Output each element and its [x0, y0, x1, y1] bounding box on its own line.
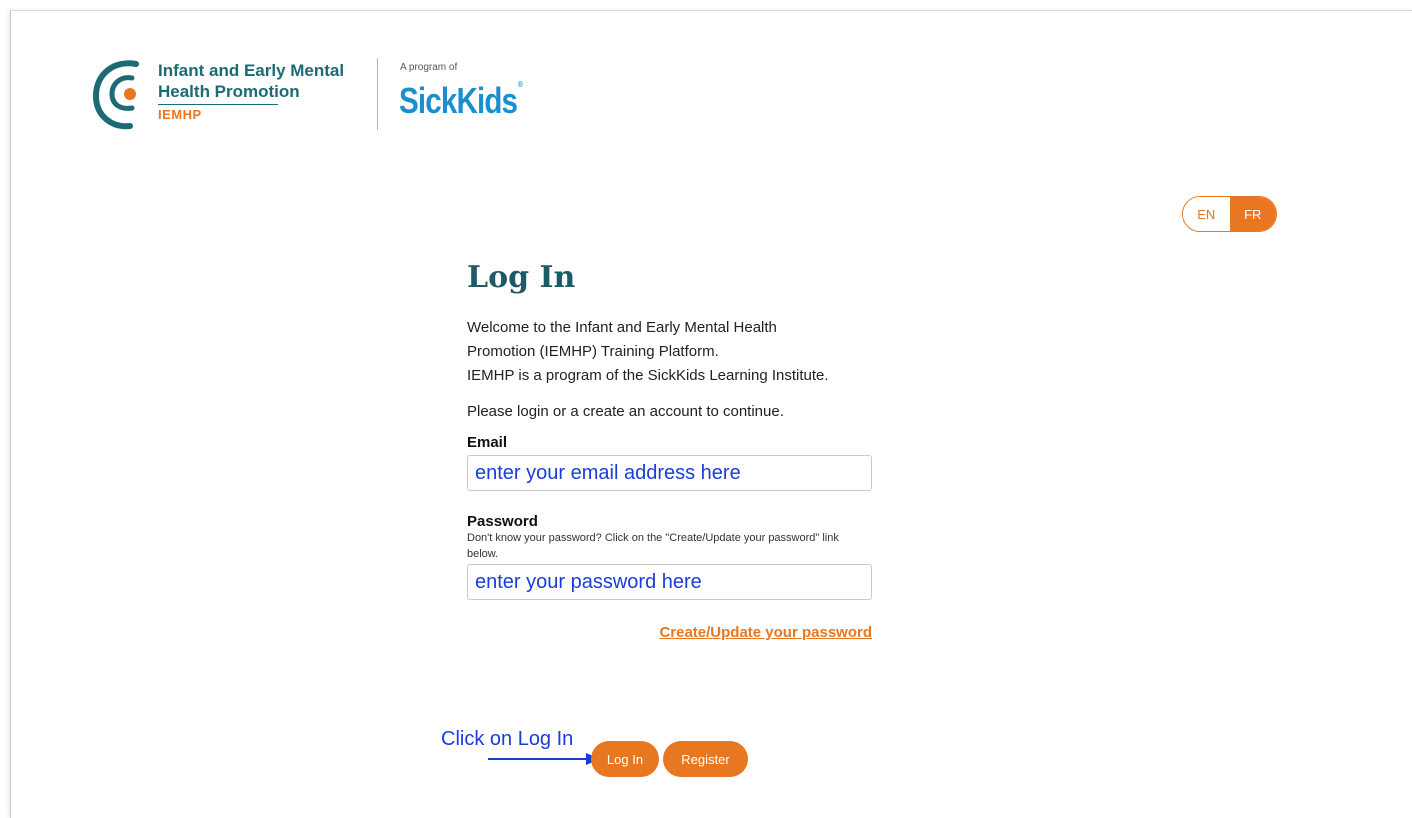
email-group: Email — [467, 434, 877, 491]
create-update-password-link[interactable]: Create/Update your password — [659, 624, 872, 641]
logo-rule — [158, 104, 278, 105]
language-toggle: EN FR — [1182, 196, 1277, 232]
password-group: Password Don't know your password? Click… — [467, 513, 877, 600]
sickkids-reg-mark: ® — [517, 80, 523, 89]
logo-divider — [377, 58, 378, 130]
logo-line-2: Health Promotion — [158, 82, 300, 101]
lang-en-button[interactable]: EN — [1183, 197, 1230, 231]
email-label: Email — [467, 434, 508, 451]
sickkids-name: SickKids — [399, 80, 518, 121]
login-form: Log In Welcome to the Infant and Early M… — [467, 260, 877, 642]
password-field[interactable] — [467, 564, 872, 600]
register-button[interactable]: Register — [663, 741, 748, 777]
login-prompt: Please login or a create an account to c… — [467, 403, 784, 420]
logo-abbr: IEMHP — [158, 107, 202, 122]
annotation-arrow-icon — [488, 753, 600, 765]
program-of-label: A program of — [400, 62, 458, 73]
intro-line-1: Welcome to the Infant and Early Mental H… — [467, 319, 777, 360]
page-title: Log In — [467, 260, 576, 295]
login-button[interactable]: Log In — [591, 741, 659, 777]
password-label: Password — [467, 513, 538, 530]
intro-line-2: IEMHP is a program of the SickKids Learn… — [467, 367, 829, 384]
password-hint: Don't know your password? Click on the "… — [467, 532, 839, 560]
iemhp-logo-icon — [92, 60, 139, 130]
annotation-label: Click on Log In — [441, 728, 574, 750]
sickkids-logo: SickKids® — [399, 80, 523, 122]
intro-text: Welcome to the Infant and Early Mental H… — [467, 316, 837, 388]
email-field[interactable] — [467, 455, 872, 491]
lang-fr-button[interactable]: FR — [1229, 197, 1276, 231]
forgot-row: Create/Update your password — [467, 624, 872, 642]
logo-line-1: Infant and Early Mental — [158, 61, 345, 80]
iemhp-logo-text: Infant and Early Mental Health Promotion… — [158, 60, 344, 122]
